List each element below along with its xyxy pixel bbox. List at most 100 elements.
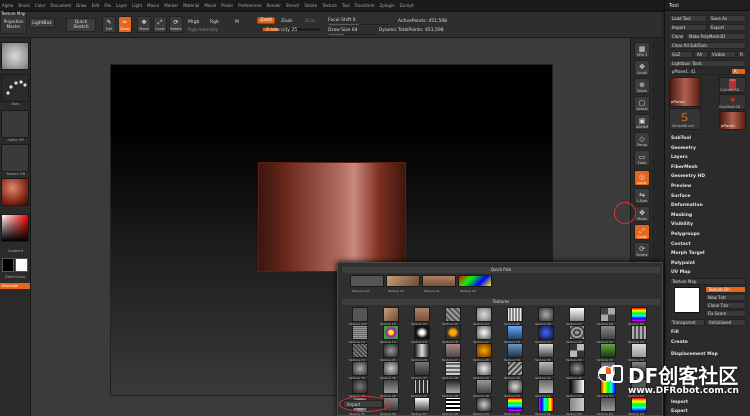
draw-size-slider[interactable] [328,33,380,36]
focal-shift-slider[interactable] [328,23,390,26]
all-button[interactable]: All [694,51,708,58]
texture-swatch[interactable] [569,343,585,358]
texture-swatch[interactable] [476,397,492,412]
menu-item-edit[interactable]: Edit [92,3,100,8]
texture-swatch[interactable] [476,307,492,322]
section-fibermesh[interactable]: FiberMesh [671,165,698,170]
section-morph-target[interactable]: Morph Target [671,251,705,256]
zcut-button[interactable]: Zcut [305,19,315,24]
dock-scroll-button[interactable]: ✥ Scroll [634,60,650,76]
edit-mode-button[interactable]: ✎ Edit [102,16,116,33]
menu-item-tool[interactable]: Tool [342,3,350,8]
texture-swatch[interactable] [383,379,399,394]
quick-pick-texture[interactable] [422,275,456,287]
texture-swatch[interactable] [569,307,585,322]
menu-item-stencil[interactable]: Stencil [286,3,300,8]
save-as-button[interactable]: Save As [708,15,746,22]
texture-swatch[interactable] [569,397,585,412]
texture-swatch[interactable] [631,361,647,376]
texture-swatch[interactable] [445,397,461,412]
menu-item-document[interactable]: Document [50,3,71,8]
texture-swatch[interactable] [383,307,399,322]
menu-item-render[interactable]: Render [267,3,281,8]
texture-swatch[interactable] [414,343,430,358]
texture-swatch[interactable] [476,361,492,376]
dock-actual-button[interactable]: ▢ Actual [634,96,650,112]
menu-item-texture[interactable]: Texture [322,3,337,8]
texture-swatch[interactable] [352,361,368,376]
section-masking[interactable]: Masking [671,213,692,218]
section-layers[interactable]: Layers [671,155,688,160]
texture-swatch[interactable] [600,307,616,322]
dock-move-button[interactable]: ✥ Move [634,206,650,222]
texture-thumbnail[interactable] [1,144,29,172]
menu-item-light[interactable]: Light [132,3,142,8]
texture-swatch[interactable] [352,343,368,358]
make-polymesh-button[interactable]: Make PolyMesh3D [686,33,746,40]
texture-swatch[interactable] [631,325,647,340]
texture-swatch[interactable] [600,343,616,358]
texture-swatch[interactable] [538,343,554,358]
section-visibility[interactable]: Visibility [671,222,693,227]
r-button[interactable]: R [737,51,746,58]
clone-txtr-button[interactable]: Clone Txtr [705,302,746,309]
section-uv-map[interactable]: UV Map [671,270,690,275]
menu-item-preferences[interactable]: Preferences [238,3,262,8]
texture-swatch[interactable] [352,379,368,394]
dock-floor-button[interactable]: ▭ Floor [634,150,650,166]
texture-swatch[interactable] [507,343,523,358]
texture-swatch[interactable] [507,307,523,322]
fill-section[interactable]: Fill [671,330,679,335]
dock-spix-3-button[interactable]: ▦ SPix 3 [634,42,650,58]
texture-on-button[interactable]: Texture On [705,286,746,293]
quick-pick-texture[interactable] [350,275,384,287]
menu-item-brush[interactable]: Brush [18,3,30,8]
quick-pick-texture[interactable] [386,275,420,287]
quick-sketch-button[interactable]: Quick Sketch [66,18,96,32]
menu-item-zplugin[interactable]: Zplugin [380,3,395,8]
texture-swatch[interactable] [600,397,616,412]
alpha-thumbnail[interactable] [1,110,29,138]
menu-item-layer[interactable]: Layer [116,3,127,8]
texture-swatch[interactable] [507,379,523,394]
texture-map-slot[interactable] [674,287,700,313]
secondary-color-swatch[interactable] [15,258,28,272]
textured-plane-model[interactable] [258,162,406,272]
palette-import-item[interactable]: Import [671,400,688,405]
antialiased-button[interactable]: Antialiased [706,319,746,326]
menu-item-draw[interactable]: Draw [76,3,86,8]
texture-swatch[interactable] [631,397,647,412]
section-surface[interactable]: Surface [671,194,690,199]
brush-thumbnail[interactable] [1,42,29,70]
texture-swatch[interactable] [507,325,523,340]
clone-button[interactable]: Clone [669,33,685,40]
quick-pick-texture[interactable] [458,275,492,287]
displacement-map-section[interactable]: Displacement Map [671,352,718,357]
dock-zoom-button[interactable]: ⊕ Zoom [634,78,650,94]
texture-swatch[interactable] [445,307,461,322]
texture-swatch[interactable] [445,379,461,394]
rgb-intensity-slider[interactable]: Rgb Intensity [188,28,218,33]
dock-local-button[interactable]: ◎ Local [634,170,650,186]
texture-swatch[interactable] [538,397,554,412]
zadd-button[interactable]: Zadd [257,17,275,24]
texture-swatch[interactable] [600,325,616,340]
texture-swatch[interactable] [631,379,647,394]
texture-swatch[interactable] [414,379,430,394]
material-thumbnail[interactable] [1,178,29,206]
menu-item-macro[interactable]: Macro [147,3,159,8]
texture-swatch[interactable] [538,361,554,376]
texture-swatch[interactable] [414,307,430,322]
section-geometry-hd[interactable]: Geometry HD [671,174,705,179]
menu-item-file[interactable]: File [104,3,111,8]
load-tool-button[interactable]: Load Tool [669,15,707,22]
m-button[interactable]: M [235,20,239,25]
texture-swatch[interactable] [445,343,461,358]
texture-swatch[interactable] [569,379,585,394]
menu-item-transform[interactable]: Transform [355,3,375,8]
fix-seam-button[interactable]: Fix Seam [705,310,746,317]
projection-master-button[interactable]: Projection Master [0,14,27,34]
section-preview[interactable]: Preview [671,184,691,189]
clear-all-subtools-button[interactable]: Clear All SubTools [669,42,746,49]
new-txtr-button[interactable]: New Txtr [705,294,746,301]
